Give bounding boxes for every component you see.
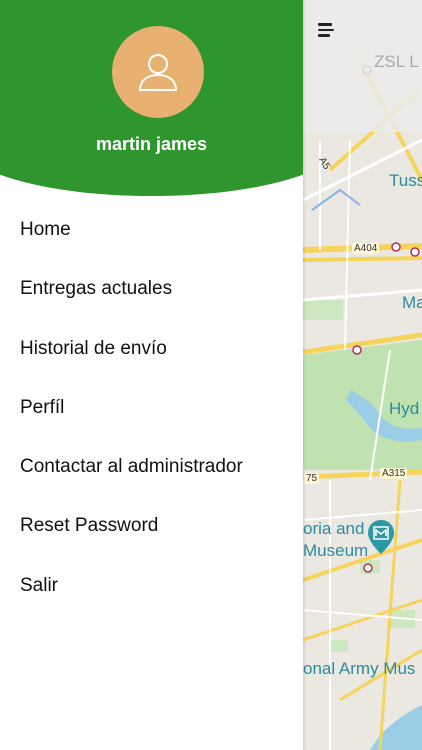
menu-item-current-deliveries[interactable]: Entregas actuales	[0, 259, 303, 318]
menu-item-contact-admin[interactable]: Contactar al administrador	[0, 437, 303, 496]
map-label-zsl: ZSL L	[374, 52, 419, 71]
map-label-museum-line1: oria and	[303, 519, 365, 538]
map-label-army: onal Army Mus	[303, 659, 416, 678]
person-outline-icon	[139, 54, 177, 91]
hamburger-icon[interactable]	[318, 14, 350, 46]
map-label-ma: Ma	[402, 293, 422, 312]
user-name: martin james	[95, 134, 208, 154]
drawer-header: martin james	[0, 0, 303, 196]
menu-item-shipping-history[interactable]: Historial de envío	[0, 319, 303, 378]
road-label-a315: A315	[380, 468, 408, 479]
navigation-drawer: martin james Home Entregas actuales Hist…	[0, 0, 303, 750]
map-label-hyd: Hyd	[389, 399, 420, 418]
menu-item-reset-password[interactable]: Reset Password	[0, 496, 303, 555]
avatar[interactable]	[112, 26, 204, 118]
menu-item-home[interactable]: Home	[0, 200, 303, 259]
drawer-menu: Home Entregas actuales Historial de enví…	[0, 200, 303, 615]
map-label-tuss: Tuss	[389, 171, 422, 190]
road-label-a404: A404	[352, 243, 380, 254]
museum-pin-icon[interactable]	[368, 520, 394, 554]
menu-item-logout[interactable]: Salir	[0, 556, 303, 615]
road-label-75: 75	[304, 473, 320, 484]
menu-item-profile[interactable]: Perfíl	[0, 378, 303, 437]
map-label-museum-line2: Museum	[303, 541, 369, 560]
